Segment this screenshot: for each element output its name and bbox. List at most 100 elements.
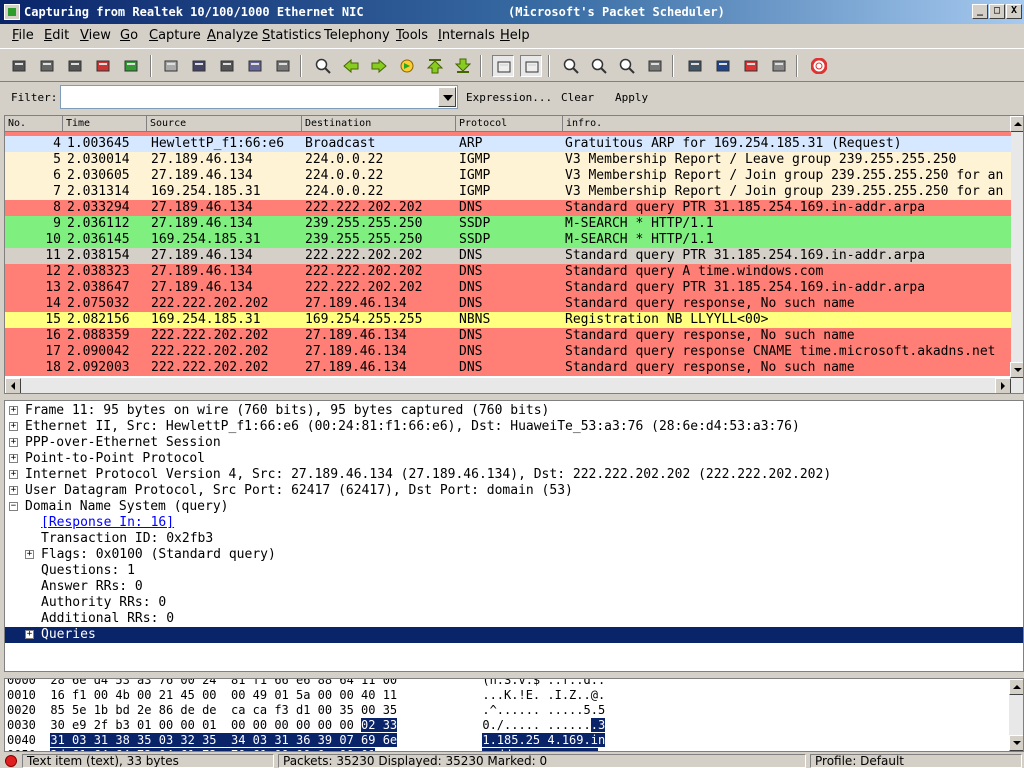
expand-icon[interactable]: + (9, 422, 18, 431)
print-button[interactable] (272, 55, 294, 77)
menu-capture[interactable]: Capture (149, 28, 201, 43)
expand-icon[interactable]: + (9, 438, 18, 447)
open-file-button[interactable] (160, 55, 182, 77)
packet-row[interactable]: 18 2.092003 222.222.202.202 27.189.46.134 DN… (5, 360, 1013, 376)
packet-row[interactable]: 16 2.088359 222.222.202.202 27.189.46.134 DN… (5, 328, 1013, 344)
go-first-button[interactable] (424, 55, 446, 77)
detail-row[interactable]: Questions: 1 (5, 563, 1023, 579)
packet-row[interactable]: 10 2.036145 169.254.185.31 239.255.255.250 S… (5, 232, 1013, 248)
expand-icon[interactable]: + (25, 550, 34, 559)
detail-row[interactable]: + Internet Protocol Version 4, Src: 27.18… (5, 467, 1023, 483)
menu-edit[interactable]: Edit (44, 28, 69, 43)
close-button[interactable]: X (1006, 4, 1022, 19)
save-file-button[interactable] (188, 55, 210, 77)
menu-go[interactable]: Go (120, 28, 138, 43)
find-packet-button[interactable] (312, 55, 334, 77)
help-button[interactable] (808, 55, 830, 77)
scroll-up-button[interactable] (1010, 116, 1023, 132)
detail-row[interactable]: + User Datagram Protocol, Src Port: 62417… (5, 483, 1023, 499)
apply-button[interactable]: Apply (615, 91, 648, 104)
menu-tools[interactable]: Tools (396, 28, 428, 43)
packet-list-vscrollbar[interactable] (1010, 116, 1023, 378)
filter-input[interactable] (60, 85, 458, 109)
menu-telephony[interactable]: Telephony (324, 28, 390, 43)
menu-view[interactable]: View (80, 28, 111, 43)
detail-row[interactable]: + PPP-over-Ethernet Session (5, 435, 1023, 451)
go-back-button[interactable] (340, 55, 362, 77)
packet-row[interactable]: 13 2.038647 27.189.46.134 222.222.202.202 DN… (5, 280, 1013, 296)
preferences-button[interactable] (768, 55, 790, 77)
packet-row[interactable]: 17 2.090042 222.222.202.202 27.189.46.134 DN… (5, 344, 1013, 360)
collapse-icon[interactable]: − (9, 502, 18, 511)
column-header-source[interactable]: Source (147, 116, 302, 132)
packet-row[interactable]: 7 2.031314 169.254.185.31 224.0.0.22 IGMP V3 … (5, 184, 1013, 200)
detail-row[interactable]: [Response In: 16] (5, 515, 1023, 531)
reload-button[interactable] (244, 55, 266, 77)
column-header-time[interactable]: Time (63, 116, 147, 132)
packet-row[interactable]: 9 2.036112 27.189.46.134 239.255.255.250 SSD… (5, 216, 1013, 232)
colorize-button[interactable] (492, 55, 514, 77)
coloring-rules-button[interactable] (740, 55, 762, 77)
autoscroll-button[interactable] (520, 55, 542, 77)
packet-row[interactable]: 12 2.038323 27.189.46.134 222.222.202.202 DN… (5, 264, 1013, 280)
scroll-down-button[interactable] (1009, 735, 1023, 751)
packet-row[interactable]: 11 2.038154 27.189.46.134 222.222.202.202 DN… (5, 248, 1013, 264)
normal-size-button[interactable] (616, 55, 638, 77)
menu-help[interactable]: Help (500, 28, 530, 43)
resize-columns-button[interactable] (644, 55, 666, 77)
stop-capture-button[interactable] (92, 55, 114, 77)
scroll-up-button[interactable] (1009, 679, 1023, 695)
menu-internals[interactable]: Internals (438, 28, 495, 43)
start-capture-button[interactable] (64, 55, 86, 77)
menu-statistics[interactable]: Statistics (262, 28, 321, 43)
scroll-right-button[interactable] (995, 378, 1011, 393)
close-file-button[interactable] (216, 55, 238, 77)
status-profile[interactable]: Profile: Default (810, 754, 1022, 768)
detail-row[interactable]: Answer RRs: 0 (5, 579, 1023, 595)
packet-row[interactable]: 14 2.075032 222.222.202.202 27.189.46.134 DN… (5, 296, 1013, 312)
detail-row[interactable]: Additional RRs: 0 (5, 611, 1023, 627)
expand-icon[interactable]: + (9, 406, 18, 415)
packet-details-tree[interactable]: + Frame 11: 95 bytes on wire (760 bits), … (4, 400, 1024, 672)
menu-analyze[interactable]: Analyze (207, 28, 258, 43)
packet-list[interactable]: No. Time Source Destination Protocol inf… (4, 115, 1024, 394)
detail-row[interactable]: + Flags: 0x0100 (Standard query) (5, 547, 1023, 563)
packet-row[interactable]: 8 2.033294 27.189.46.134 222.222.202.202 DNS… (5, 200, 1013, 216)
column-header-no[interactable]: No. (5, 116, 63, 132)
expand-icon[interactable]: + (9, 470, 18, 479)
column-header-destination[interactable]: Destination (302, 116, 456, 132)
zoom-in-button[interactable] (560, 55, 582, 77)
scroll-down-button[interactable] (1010, 362, 1023, 378)
minimize-button[interactable]: _ (972, 4, 988, 19)
expand-icon[interactable]: + (9, 454, 18, 463)
expand-icon[interactable]: + (25, 630, 34, 639)
clear-button[interactable]: Clear (561, 91, 594, 104)
scroll-left-button[interactable] (5, 378, 21, 393)
go-last-button[interactable] (452, 55, 474, 77)
packet-row[interactable]: 4 1.003645 HewlettP_f1:66:e6 Broadcast ARP Gr… (5, 136, 1013, 152)
restart-capture-button[interactable] (120, 55, 142, 77)
zoom-out-button[interactable] (588, 55, 610, 77)
options-button[interactable] (36, 55, 58, 77)
expression-button[interactable]: Expression... (466, 91, 552, 104)
go-to-packet-button[interactable] (396, 55, 418, 77)
detail-row[interactable]: + Queries (5, 627, 1023, 643)
detail-row[interactable]: + Ethernet II, Src: HewlettP_f1:66:e6 (00… (5, 419, 1023, 435)
column-header-info[interactable]: infro. (563, 116, 1011, 132)
menu-file[interactable]: File (12, 28, 34, 43)
display-filters-button[interactable] (712, 55, 734, 77)
hex-vscrollbar[interactable] (1009, 679, 1023, 751)
packet-bytes-pane[interactable]: 0000 28 6e d4 53 a3 76 00 24 81 f1 66 e6… (4, 678, 1024, 752)
packet-row[interactable]: 6 2.030605 27.189.46.134 224.0.0.22 IGMP V3 M… (5, 168, 1013, 184)
packet-row[interactable]: 15 2.082156 169.254.185.31 169.254.255.255 N… (5, 312, 1013, 328)
detail-row[interactable]: + Frame 11: 95 bytes on wire (760 bits), … (5, 403, 1023, 419)
expand-icon[interactable]: + (9, 486, 18, 495)
detail-row[interactable]: Transaction ID: 0x2fb3 (5, 531, 1023, 547)
capture-filters-button[interactable] (684, 55, 706, 77)
filter-dropdown-button[interactable] (438, 87, 456, 107)
detail-row[interactable]: + Point-to-Point Protocol (5, 451, 1023, 467)
packet-list-hscrollbar[interactable] (5, 378, 1023, 393)
detail-row[interactable]: − Domain Name System (query) (5, 499, 1023, 515)
interfaces-button[interactable] (8, 55, 30, 77)
go-forward-button[interactable] (368, 55, 390, 77)
